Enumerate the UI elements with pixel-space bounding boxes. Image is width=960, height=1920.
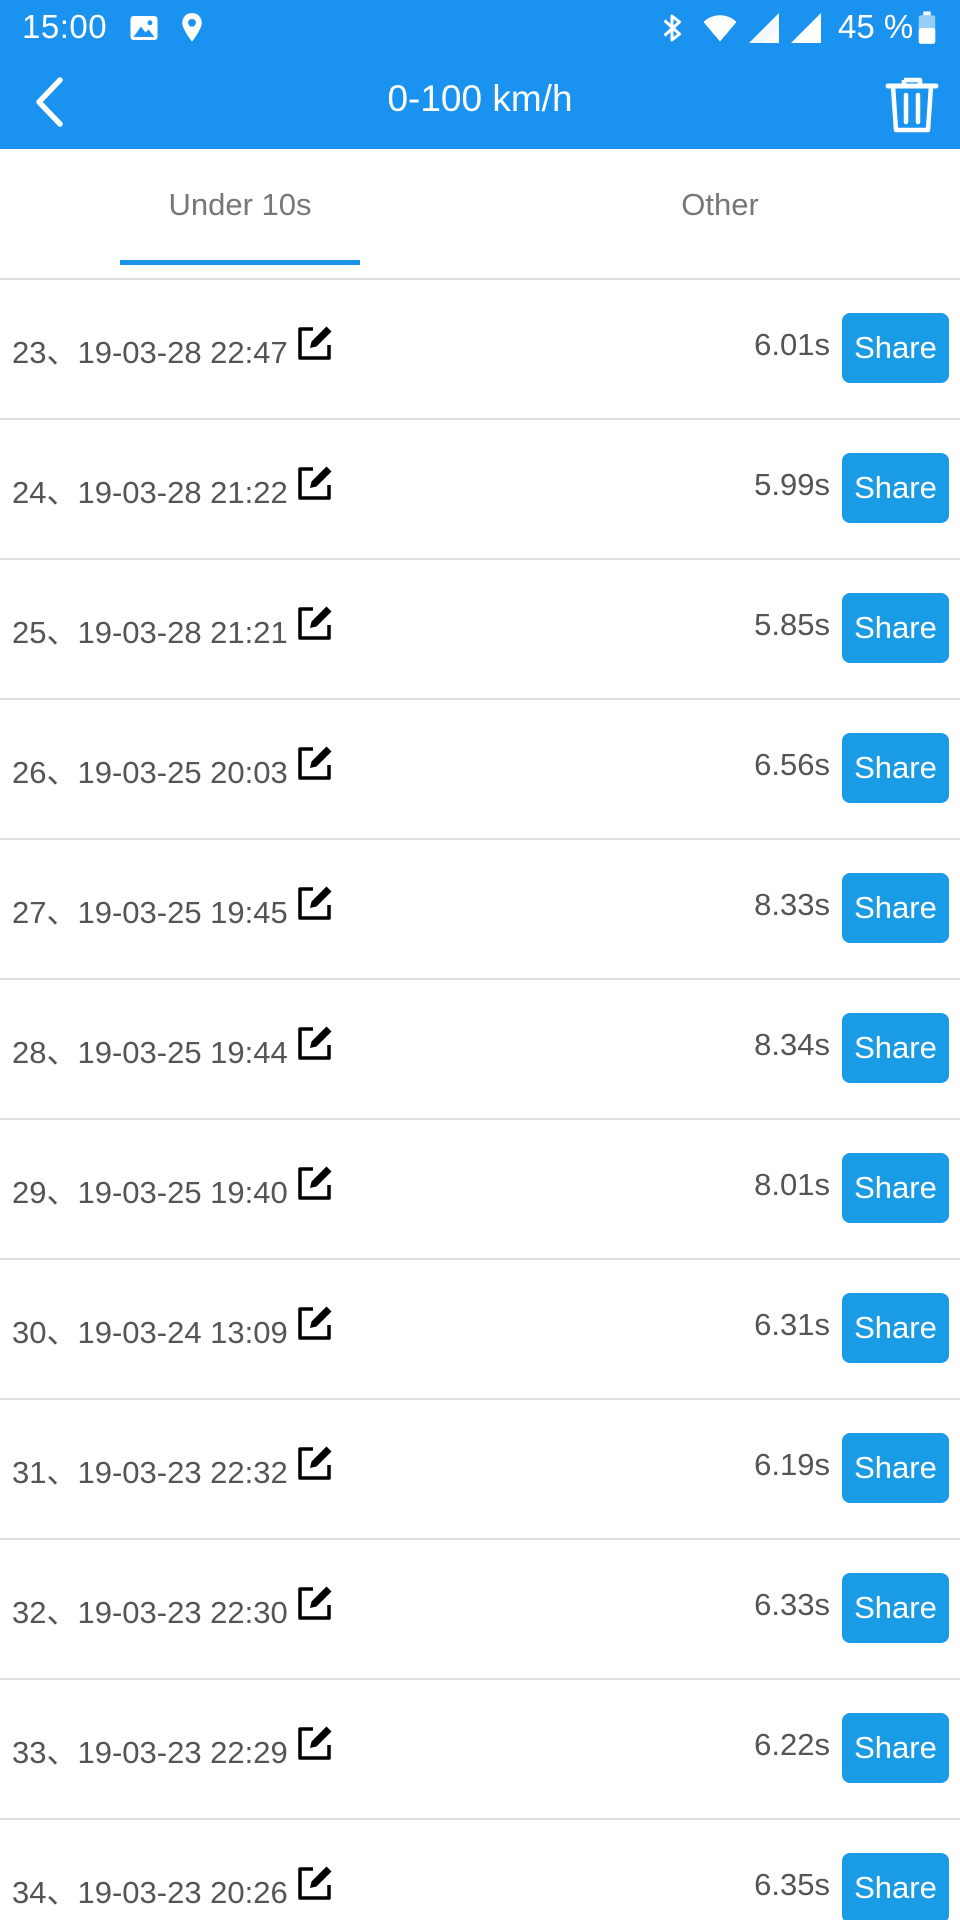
edit-icon[interactable] [296,1584,334,1622]
share-button[interactable]: Share [842,1293,949,1363]
share-button[interactable]: Share [842,733,949,803]
location-pin-icon [182,13,202,42]
tab-under-10s[interactable]: Under 10s [0,149,480,278]
record-time: 8.33s [754,887,830,922]
status-bar: 15:00 45 % [0,0,960,56]
record-label: 23、19-03-28 22:47 [12,335,288,370]
list-item: 27、19-03-25 19:45 8.33s Share [0,840,960,980]
share-button[interactable]: Share [842,1013,949,1083]
signal-icon [749,13,779,43]
list-item: 25、19-03-28 21:21 5.85s Share [0,560,960,700]
battery-percent: 45 % [838,8,914,45]
list-item: 31、19-03-23 22:32 6.19s Share [0,1400,960,1540]
list-item: 24、19-03-28 21:22 5.99s Share [0,420,960,560]
list-item: 28、19-03-25 19:44 8.34s Share [0,980,960,1120]
record-time: 8.01s [754,1167,830,1202]
active-tab-indicator [120,260,360,265]
edit-icon[interactable] [296,604,334,642]
record-label: 32、19-03-23 22:30 [12,1595,288,1630]
tab-label: Other [681,187,759,222]
results-list: 23、19-03-28 22:47 6.01s Share 24、19-03-2… [0,280,960,1920]
edit-icon[interactable] [296,464,334,502]
share-button[interactable]: Share [842,593,949,663]
list-item: 33、19-03-23 22:29 6.22s Share [0,1680,960,1820]
share-button[interactable]: Share [842,1573,949,1643]
status-time: 15:00 [22,8,108,45]
delete-button[interactable] [880,72,944,136]
record-time: 8.34s [754,1027,830,1062]
edit-icon[interactable] [296,1724,334,1762]
record-label: 34、19-03-23 20:26 [12,1875,288,1910]
edit-icon[interactable] [296,1024,334,1062]
share-button[interactable]: Share [842,313,949,383]
tab-label: Under 10s [168,187,312,222]
signal-icon [791,13,821,43]
list-item: 26、19-03-25 20:03 6.56s Share [0,700,960,840]
record-label: 30、19-03-24 13:09 [12,1315,288,1350]
tab-bar: Under 10s Other [0,149,960,280]
list-item: 32、19-03-23 22:30 6.33s Share [0,1540,960,1680]
battery-icon [918,11,936,44]
screen: 15:00 45 % 0-100 km/h Under 10s Other 23… [0,0,960,1920]
edit-icon[interactable] [296,1304,334,1342]
record-label: 28、19-03-25 19:44 [12,1035,288,1070]
record-label: 27、19-03-25 19:45 [12,895,288,930]
list-item: 34、19-03-23 20:26 6.35s Share [0,1820,960,1920]
record-time: 5.99s [754,467,830,502]
bluetooth-icon [663,14,681,42]
record-time: 6.31s [754,1307,830,1342]
record-time: 6.01s [754,327,830,362]
record-label: 25、19-03-28 21:21 [12,615,288,650]
edit-icon[interactable] [296,744,334,782]
record-time: 6.19s [754,1447,830,1482]
share-button[interactable]: Share [842,453,949,523]
wifi-icon [703,15,737,42]
edit-icon[interactable] [296,324,334,362]
share-button[interactable]: Share [842,1713,949,1783]
tab-other[interactable]: Other [480,149,960,278]
record-label: 24、19-03-28 21:22 [12,475,288,510]
edit-icon[interactable] [296,1864,334,1902]
record-time: 6.56s [754,747,830,782]
record-label: 31、19-03-23 22:32 [12,1455,288,1490]
app-bar: 0-100 km/h [0,56,960,149]
record-label: 33、19-03-23 22:29 [12,1735,288,1770]
image-icon [130,16,158,40]
edit-icon[interactable] [296,1444,334,1482]
record-time: 6.22s [754,1727,830,1762]
record-time: 5.85s [754,607,830,642]
edit-icon[interactable] [296,1164,334,1202]
list-item: 30、19-03-24 13:09 6.31s Share [0,1260,960,1400]
record-time: 6.35s [754,1867,830,1902]
share-button[interactable]: Share [842,1153,949,1223]
record-label: 26、19-03-25 20:03 [12,755,288,790]
list-item: 23、19-03-28 22:47 6.01s Share [0,280,960,420]
record-time: 6.33s [754,1587,830,1622]
list-item: 29、19-03-25 19:40 8.01s Share [0,1120,960,1260]
share-button[interactable]: Share [842,873,949,943]
share-button[interactable]: Share [842,1433,949,1503]
record-label: 29、19-03-25 19:40 [12,1175,288,1210]
trash-icon [885,77,939,133]
page-title: 0-100 km/h [387,78,573,119]
share-button[interactable]: Share [842,1853,949,1920]
edit-icon[interactable] [296,884,334,922]
